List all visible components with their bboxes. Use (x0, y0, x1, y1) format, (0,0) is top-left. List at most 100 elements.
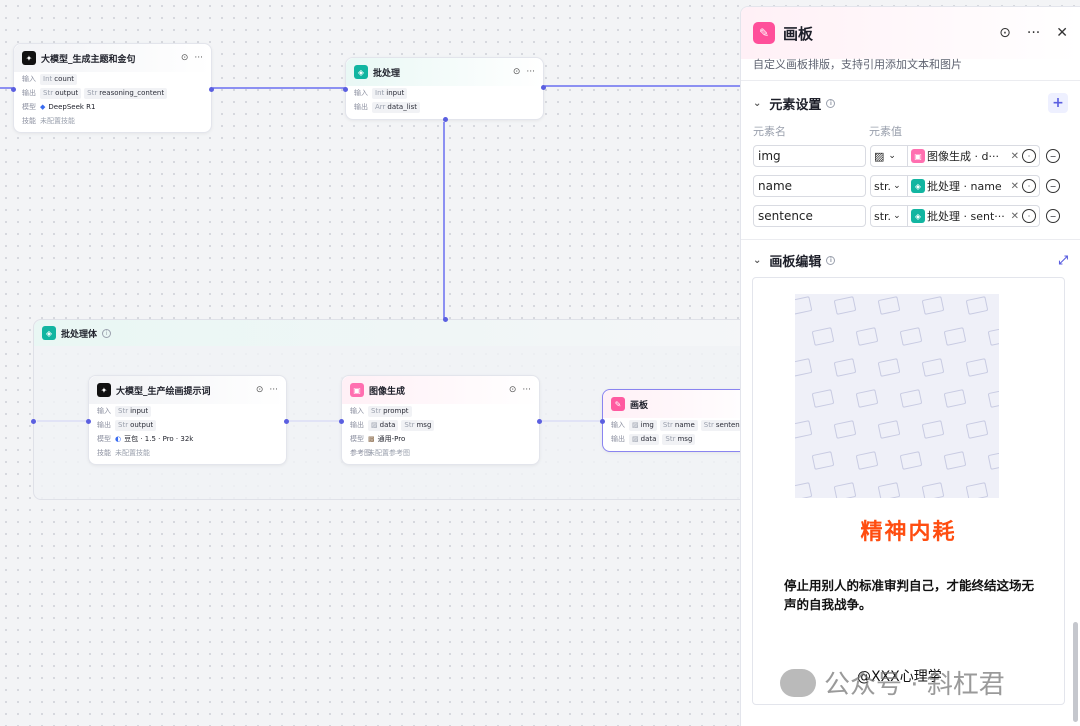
element-value-ref[interactable]: ▣ 图像生成 · d··· ✕ · (908, 145, 1040, 167)
image-placeholder-icon (877, 358, 901, 377)
col-value-header: 元素值 (869, 125, 902, 138)
element-name-input[interactable]: name (753, 175, 866, 197)
remove-icon[interactable]: − (1046, 179, 1060, 193)
scrollbar[interactable] (1073, 622, 1078, 722)
image-placeholder-icon (921, 420, 945, 439)
input-port[interactable] (86, 419, 91, 424)
more-icon[interactable]: ··· (194, 53, 203, 63)
model-name: 豆包 · 1.5 · Pro · 32k (124, 435, 194, 443)
image-placeholder-icon (943, 389, 967, 408)
image-placeholder-icon (833, 482, 857, 498)
element-name-input[interactable]: sentence (753, 205, 866, 227)
input-port[interactable] (343, 87, 348, 92)
elements-section-header[interactable]: ⌄ 元素设置 i + (741, 83, 1080, 123)
node-llm-topic[interactable]: ✦ 大模型_生成主题和金句 ⊙ ··· 输入 Int count 输出 Str outpu… (11, 43, 214, 133)
chevron-down-icon: ⌄ (893, 181, 901, 191)
ref-value: 未配置参考图 (368, 449, 410, 457)
image-placeholder-icon (795, 358, 813, 377)
more-icon[interactable]: ··· (269, 385, 278, 395)
element-name-input[interactable]: img (753, 145, 866, 167)
expand-icon[interactable]: ⤢ (1058, 253, 1068, 268)
node-llm-prompt[interactable]: ✦ 大模型_生产绘画提示词 ⊙ ··· 输入 Str input 输出 Str outpu… (86, 375, 289, 465)
deepseek-icon: ◆ (40, 103, 46, 111)
run-icon[interactable]: ⊙ (509, 385, 517, 395)
type-select[interactable]: ▨ ⌄ (870, 145, 908, 167)
board-config-panel: ✎ 画板 ⊙ ··· ✕ 自定义画板排版，支持引用添加文本和图片 ⌄ 元素设置 … (740, 6, 1080, 726)
target-icon[interactable]: · (1022, 179, 1036, 193)
type-select[interactable]: str. ⌄ (870, 205, 908, 227)
output-port[interactable] (284, 419, 289, 424)
llm-icon: ✦ (97, 383, 111, 397)
image-placeholder-icon (795, 296, 813, 315)
node-title: 图像生成 (369, 386, 406, 397)
info-icon[interactable]: i (826, 255, 836, 265)
image-placeholder-icon (833, 420, 857, 439)
input-label: 输入 (354, 89, 368, 97)
node-board[interactable]: ✎ 画板 输入▨imgStrnameStrsentence 输出▨dataStr… (600, 389, 740, 452)
run-icon[interactable]: ⊙ (256, 385, 264, 395)
remove-icon[interactable]: − (1046, 149, 1060, 163)
board-icon: ✎ (611, 397, 625, 411)
clear-icon[interactable]: ✕ (1011, 211, 1019, 222)
skill-value: 未配置技能 (115, 449, 150, 457)
run-icon[interactable]: ⊙ (513, 67, 521, 77)
node-batch[interactable]: ◈ 批处理 ⊙ ··· 输入 Int input 输出 Arr data_list (343, 57, 546, 122)
info-icon[interactable]: i (826, 98, 836, 108)
group-port[interactable] (443, 317, 448, 322)
type-select[interactable]: str. ⌄ (870, 175, 908, 197)
output-port[interactable] (537, 419, 542, 424)
input-port[interactable] (600, 419, 605, 424)
output-var: reasoning_content (99, 89, 165, 97)
chevron-down-icon[interactable]: ⌄ (753, 255, 761, 266)
preview-headline[interactable]: 精神内耗 (753, 514, 1064, 546)
model-name: DeepSeek R1 (48, 103, 96, 111)
image-type-icon: ▨ (874, 149, 885, 163)
image-placeholder-icon (921, 296, 945, 315)
element-value-ref[interactable]: ◈ 批处理 · sent··· ✕ · (908, 205, 1040, 227)
run-icon[interactable]: ⊙ (181, 53, 189, 63)
image-placeholder-icon (855, 389, 879, 408)
editor-section-header[interactable]: ⌄ 画板编辑 i ⤢ (741, 240, 1080, 280)
output-var: output (55, 89, 79, 97)
preview-body-text[interactable]: 停止用别人的标准审判自己，才能终结这场无声的自我战争。 (784, 576, 1044, 614)
type-tag: Int (375, 89, 385, 97)
input-port[interactable] (11, 87, 16, 92)
group-left-port[interactable] (31, 419, 36, 424)
more-icon[interactable]: ··· (526, 67, 535, 77)
input-port[interactable] (339, 419, 344, 424)
run-icon[interactable]: ⊙ (999, 25, 1011, 41)
board-preview[interactable]: 精神内耗 停止用别人的标准审判自己，才能终结这场无声的自我战争。 @XXX心理学 (752, 277, 1065, 705)
add-element-button[interactable]: + (1048, 93, 1068, 113)
ref-value: 批处理 · name (927, 180, 1002, 193)
output-port[interactable] (541, 85, 546, 90)
element-row: img ▨ ⌄ ▣ 图像生成 · d··· ✕ · − (741, 141, 1080, 171)
llm-icon: ✦ (22, 51, 36, 65)
more-icon[interactable]: ··· (522, 385, 531, 395)
remove-icon[interactable]: − (1046, 209, 1060, 223)
batch-icon: ◈ (42, 326, 56, 340)
image-type-icon: ▨ (632, 435, 639, 443)
clear-icon[interactable]: ✕ (1011, 151, 1019, 162)
info-icon[interactable]: i (102, 328, 112, 338)
clear-icon[interactable]: ✕ (1011, 181, 1019, 192)
body-port[interactable] (443, 117, 448, 122)
node-title: 大模型_生产绘画提示词 (116, 386, 211, 397)
image-placeholder[interactable] (795, 294, 999, 498)
element-value-ref[interactable]: ◈ 批处理 · name ✕ · (908, 175, 1040, 197)
image-placeholder-icon (855, 327, 879, 346)
close-icon[interactable]: ✕ (1056, 25, 1068, 41)
type-tag: Int (43, 75, 53, 83)
more-icon[interactable]: ··· (1027, 25, 1040, 41)
input-label: 输入 (97, 407, 111, 415)
batch-icon: ◈ (911, 179, 925, 193)
image-placeholder-icon (899, 451, 923, 470)
output-var: data_list (387, 103, 417, 111)
node-image-gen[interactable]: ▣ 图像生成 ⊙ ··· 输入 Str prompt 输出 ▨ data Str msg 模型… (339, 375, 542, 465)
output-port[interactable] (209, 87, 214, 92)
target-icon[interactable]: · (1022, 209, 1036, 223)
chevron-down-icon[interactable]: ⌄ (753, 98, 761, 109)
workflow-canvas[interactable]: ✦ 大模型_生成主题和金句 ⊙ ··· 输入 Int count 输出 Str outpu… (0, 0, 740, 726)
section-title: 元素设置 (769, 97, 822, 113)
image-placeholder-icon (965, 296, 989, 315)
target-icon[interactable]: · (1022, 149, 1036, 163)
